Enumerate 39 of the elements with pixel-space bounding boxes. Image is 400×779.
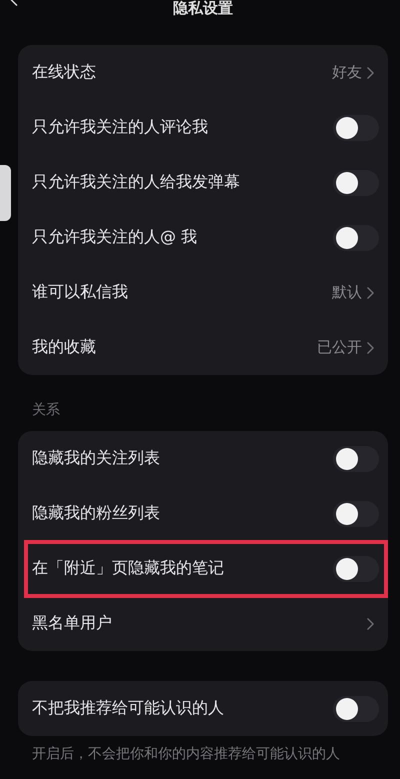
settings-row[interactable]: 黑名单用户 bbox=[32, 596, 379, 651]
toggle-switch[interactable] bbox=[333, 556, 379, 582]
settings-row[interactable]: 隐藏我的粉丝列表 bbox=[32, 486, 379, 541]
chevron-right-icon bbox=[367, 66, 374, 78]
row-label: 在线状态 bbox=[32, 62, 96, 83]
row-label: 在「附近」页隐藏我的笔记 bbox=[32, 558, 224, 579]
row-label: 隐藏我的粉丝列表 bbox=[32, 503, 160, 524]
row-label: 只允许我关注的人评论我 bbox=[32, 117, 208, 138]
settings-row[interactable]: 只允许我关注的人@ 我 bbox=[32, 210, 379, 265]
row-label: 我的收藏 bbox=[32, 337, 96, 358]
row-label: 隐藏我的关注列表 bbox=[32, 448, 160, 469]
settings-row[interactable]: 只允许我关注的人给我发弹幕 bbox=[32, 155, 379, 210]
settings-row[interactable]: 谁可以私信我 默认 bbox=[32, 265, 379, 320]
side-handle[interactable] bbox=[0, 165, 11, 221]
settings-row[interactable]: 不把我推荐给可能认识的人 bbox=[32, 681, 379, 736]
settings-row[interactable]: 隐藏我的关注列表 bbox=[32, 431, 379, 486]
section-title: 关系 bbox=[32, 401, 61, 419]
row-value: 默认 bbox=[332, 283, 362, 302]
chevron-right-icon bbox=[367, 286, 374, 298]
chevron-right-icon bbox=[367, 342, 374, 354]
toggle-switch[interactable] bbox=[333, 446, 379, 472]
toggle-switch[interactable] bbox=[333, 696, 379, 722]
row-label: 谁可以私信我 bbox=[32, 282, 128, 303]
row-label: 只允许我关注的人@ 我 bbox=[32, 227, 198, 248]
toggle-switch[interactable] bbox=[333, 114, 379, 140]
row-label: 不把我推荐给可能认识的人 bbox=[32, 698, 224, 719]
toggle-switch[interactable] bbox=[333, 224, 379, 250]
settings-row[interactable]: 我的收藏 已公开 bbox=[32, 320, 379, 375]
row-value: 已公开 bbox=[317, 338, 362, 357]
settings-row[interactable]: 只允许我关注的人评论我 bbox=[32, 100, 379, 155]
chevron-right-icon bbox=[367, 618, 374, 630]
row-label: 只允许我关注的人给我发弹幕 bbox=[32, 172, 240, 193]
settings-row[interactable]: 在线状态 好友 bbox=[32, 45, 379, 100]
toggle-switch[interactable] bbox=[333, 500, 379, 526]
toggle-switch[interactable] bbox=[333, 170, 379, 196]
page-title: 隐私设置 bbox=[173, 0, 233, 16]
note-text: 开启后，不会把你和你的内容推荐给可能认识的人 bbox=[32, 746, 341, 763]
row-value: 好友 bbox=[332, 63, 362, 82]
row-label: 黑名单用户 bbox=[32, 613, 112, 634]
